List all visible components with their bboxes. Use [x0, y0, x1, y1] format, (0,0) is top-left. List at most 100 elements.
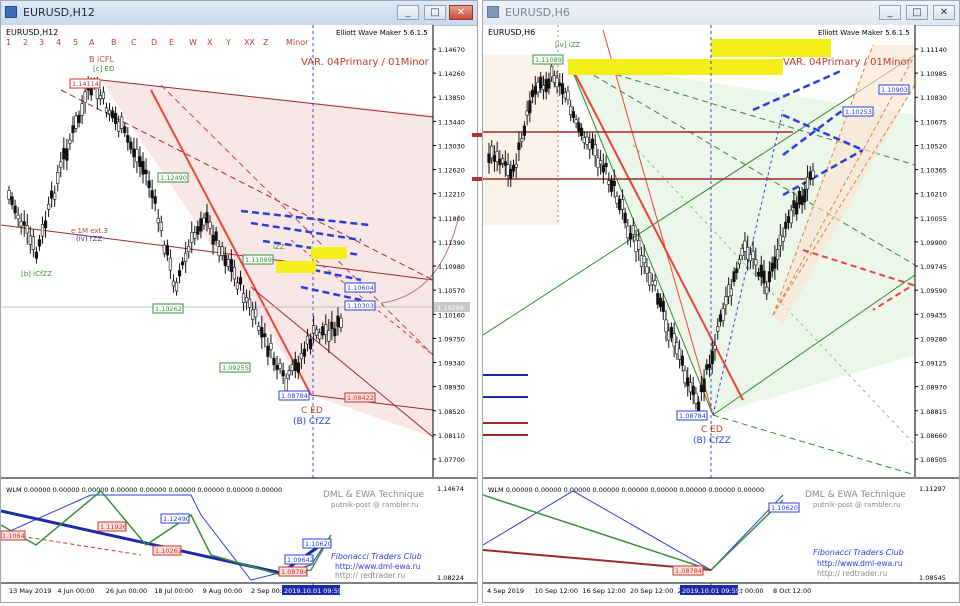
chart-window-eurusd-h6[interactable]: EURUSD,H6 _ □ ✕ EURUSD,H6 Elliott Wave M… [482, 0, 960, 603]
ewm-version-label: Elliott Wave Maker 5.6.1.5 [818, 29, 910, 37]
club-site-1[interactable]: http://www.dml-ewa.ru [335, 562, 421, 571]
price-tick-label: 1.09750 [438, 335, 465, 343]
wave-label: X [207, 38, 213, 47]
candle-body [190, 231, 194, 243]
candle-body [582, 137, 586, 144]
price-tick-label: 1.10985 [920, 70, 947, 78]
maximize-button[interactable]: □ [906, 5, 928, 20]
candle-body [688, 382, 693, 393]
candle-body [786, 216, 791, 223]
candle-body [721, 308, 725, 321]
candle-body [509, 169, 513, 179]
club-site-1[interactable]: http://www.dml-ewa.ru [817, 559, 903, 568]
candle-body [321, 326, 325, 336]
chart-window-eurusd-h12[interactable]: EURUSD,H12 _ □ ✕ EURUSD,H12 Elliott Wave… [0, 0, 478, 603]
price-tick-label: 1.10160 [438, 311, 465, 319]
candle-body [718, 314, 723, 322]
wave-label: 1 [6, 38, 11, 47]
candle-body [754, 259, 758, 266]
candle-body [675, 342, 679, 355]
candle-body [50, 190, 54, 199]
candle-body [339, 317, 343, 328]
candle-body [232, 266, 236, 280]
price-axis[interactable]: 1.14670 1.14260 1.13850 1.13440 1.13030 1.126… [433, 46, 465, 464]
candle-body [308, 338, 313, 350]
candle-body [168, 257, 173, 271]
candle-body [266, 345, 270, 357]
candle-body [220, 246, 224, 256]
price-tag-5: 1.10604 [344, 282, 376, 293]
candle-body [514, 163, 518, 168]
candle-body [117, 121, 121, 132]
variant-label: VAR. 04Primary / 01Minor [783, 57, 912, 68]
candle-body [275, 365, 279, 371]
candle-body [713, 345, 717, 350]
price-axis[interactable]: 1.11140 1.10985 1.10830 1.10675 1.10520 1.103… [915, 46, 947, 464]
price-tick-label: 1.09125 [920, 360, 947, 368]
candle-body [620, 199, 625, 210]
svg-text:1.11926: 1.11926 [100, 523, 127, 531]
club-site-2[interactable]: http:// redtrader.ru [335, 571, 406, 580]
candle-body [590, 138, 595, 149]
window-titlebar[interactable]: EURUSD,H6 _ □ ✕ [483, 1, 959, 26]
watermark-title: DML & EWA Technique [805, 490, 906, 500]
candle-body [83, 91, 87, 103]
candle-body [153, 196, 157, 204]
candle-body [645, 266, 649, 274]
candle-body [618, 198, 622, 211]
candle-body [656, 293, 660, 305]
candle-body [756, 271, 761, 277]
candle-body [272, 357, 276, 366]
price-tick-label: 1.09900 [920, 239, 947, 247]
window-titlebar[interactable]: EURUSD,H12 _ □ ✕ [1, 1, 477, 26]
candle-body [566, 90, 570, 100]
close-button[interactable]: ✕ [933, 5, 955, 20]
candle-body [533, 86, 537, 95]
wave-label: W [189, 38, 197, 47]
candle-body [803, 189, 807, 203]
time-axis[interactable]: 13 May 2019 4 Jun 00:00 26 Jun 00:00 18 Jul… [9, 587, 290, 595]
price-tick-label: 1.10365 [920, 167, 947, 175]
price-tick-label: 1.14260 [438, 70, 465, 78]
time-tick-label: 4 Sep 2019 [487, 587, 524, 595]
svg-text:1.10303: 1.10303 [347, 302, 374, 310]
time-marker-badge: 2019.10.01 09:59 [282, 585, 342, 595]
candle-body [223, 254, 227, 266]
candle-body [669, 327, 674, 338]
candle-body [165, 245, 169, 256]
candle-body [263, 333, 267, 338]
price-tag-4: 1.08784 [676, 410, 708, 421]
osc-tag-1: 1.10620 [768, 502, 800, 513]
candle-body [162, 244, 166, 254]
price-chart-svg[interactable]: EURUSD,H6 Elliott Wave Maker 5.6.1.5 VAR… [482, 25, 959, 602]
chart-plot-area[interactable]: EURUSD,H12 Elliott Wave Maker 5.6.1.5 VA… [0, 25, 477, 602]
club-site-2[interactable]: http:// redtrader.ru [817, 569, 888, 578]
wave-label: C [131, 38, 137, 47]
time-axis[interactable]: 4 Sep 2019 10 Sep 12:00 16 Sep 12:00 20 Sep… [487, 587, 811, 595]
candle-body [138, 156, 142, 167]
candle-body [800, 195, 804, 205]
candle-body [241, 293, 246, 303]
price-tick-label: 1.09745 [920, 263, 947, 271]
chart-plot-area[interactable]: EURUSD,H6 Elliott Wave Maker 5.6.1.5 VAR… [482, 25, 959, 602]
candle-body [558, 82, 562, 87]
wave-label: 4 [56, 38, 61, 47]
candle-body [104, 107, 109, 113]
candle-body [150, 190, 154, 199]
osc-axis-bottom: 1.08545 [919, 574, 946, 582]
maximize-button[interactable]: □ [424, 5, 446, 20]
svg-text:1.08422: 1.08422 [347, 394, 374, 402]
candle-body [773, 256, 777, 269]
price-chart-svg[interactable]: EURUSD,H12 Elliott Wave Maker 5.6.1.5 VA… [0, 25, 477, 602]
candle-body [217, 246, 221, 257]
candle-body [588, 142, 592, 150]
svg-text:1.11089: 1.11089 [535, 56, 562, 64]
minimize-button[interactable]: _ [397, 5, 419, 20]
time-tick-label: 16 Sep 12:00 [582, 587, 625, 595]
top-wave-label: B iCFL [89, 55, 114, 64]
close-button[interactable]: ✕ [449, 5, 473, 20]
candle-body [702, 378, 706, 392]
candle-body [778, 234, 782, 247]
osc-tag-3: 1.10262 [152, 545, 182, 556]
minimize-button[interactable]: _ [879, 5, 901, 20]
